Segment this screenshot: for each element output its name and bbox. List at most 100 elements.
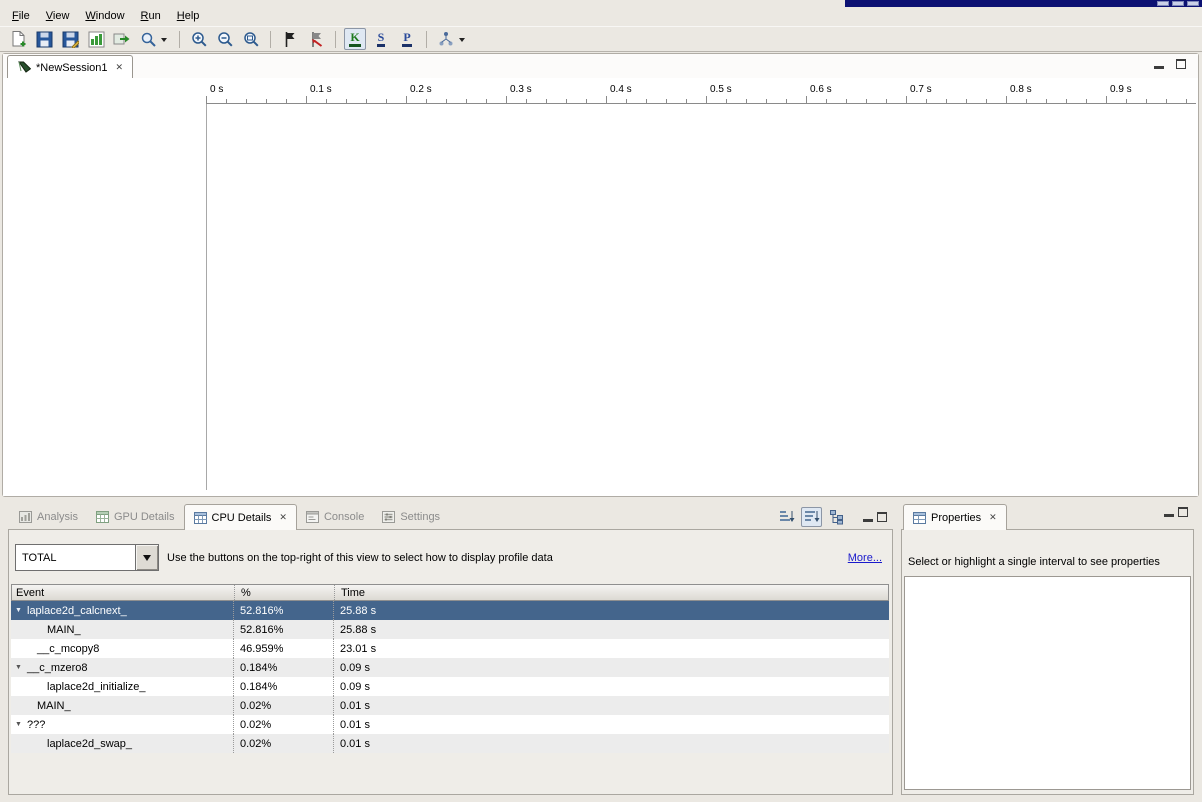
cpu-details-tab-icon <box>194 512 207 524</box>
table-row[interactable]: laplace2d_swap_0.02%0.01 s <box>11 734 889 753</box>
window-titlebar <box>845 0 1202 7</box>
run-analysis-icon[interactable] <box>435 28 457 50</box>
ruler-minor-tick <box>1146 99 1147 103</box>
menu-run[interactable]: Run <box>133 9 169 24</box>
table-row[interactable]: __c_mcopy846.959%23.01 s <box>11 639 889 658</box>
more-link[interactable]: More... <box>848 552 882 564</box>
properties-hint: Select or highlight a single interval to… <box>908 556 1160 568</box>
column-header-percent[interactable]: % <box>235 585 335 600</box>
event-cell: MAIN_ <box>11 620 234 639</box>
menu-file[interactable]: File <box>4 9 38 24</box>
zoom-out-icon[interactable] <box>214 28 236 50</box>
ruler-minor-tick <box>566 99 567 103</box>
stream-mode-icon[interactable]: S <box>370 28 392 50</box>
chart-icon[interactable] <box>85 28 107 50</box>
table-row[interactable]: MAIN_52.816%25.88 s <box>11 620 889 639</box>
tab-label: Properties <box>931 512 981 524</box>
sort-by-time-icon[interactable] <box>801 507 822 527</box>
ruler-minor-tick <box>626 99 627 103</box>
window-close-icon[interactable] <box>1187 1 1199 6</box>
maximize-view-icon[interactable] <box>1176 59 1186 69</box>
percent-cell: 0.02% <box>234 734 334 753</box>
details-view: Analysis GPU Details CPU Details ✕ Conso… <box>8 503 893 795</box>
ruler-minor-tick <box>366 99 367 103</box>
ruler-minor-tick <box>1166 99 1167 103</box>
tab-properties[interactable]: Properties ✕ <box>903 504 1007 530</box>
table-row[interactable]: ▼???0.02%0.01 s <box>11 715 889 734</box>
ruler-minor-tick <box>266 99 267 103</box>
export-profile-icon[interactable] <box>111 28 133 50</box>
save-icon[interactable] <box>33 28 55 50</box>
ruler-minor-tick <box>1186 99 1187 103</box>
window-maximize-icon[interactable] <box>1172 1 1184 6</box>
tab-label: GPU Details <box>114 511 175 523</box>
zoom-in-icon[interactable] <box>188 28 210 50</box>
sort-by-percent-icon[interactable] <box>776 507 797 527</box>
minimize-view-icon[interactable] <box>863 513 873 522</box>
display-mode-select[interactable]: TOTAL <box>15 544 159 571</box>
event-cell: ▼laplace2d_calcnext_ <box>11 601 234 620</box>
new-session-icon[interactable] <box>7 28 29 50</box>
tab-console[interactable]: Console <box>297 504 373 529</box>
time-cell: 25.88 s <box>334 601 889 620</box>
close-tab-icon[interactable]: ✕ <box>116 62 124 73</box>
menu-window[interactable]: Window <box>77 9 132 24</box>
combo-dropdown-button[interactable] <box>135 545 158 570</box>
table-row[interactable]: MAIN_0.02%0.01 s <box>11 696 889 715</box>
ruler-label: 0 s <box>210 84 223 95</box>
tab-cpu-details[interactable]: CPU Details ✕ <box>184 504 297 530</box>
properties-tabstrip: Properties ✕ <box>901 503 1194 529</box>
tab-settings[interactable]: Settings <box>373 504 449 529</box>
ruler-minor-tick <box>446 99 447 103</box>
query-dropdown-icon[interactable] <box>161 38 167 45</box>
query-icon[interactable] <box>137 28 159 50</box>
kernel-mode-icon[interactable]: K <box>344 28 366 50</box>
minimize-view-icon[interactable] <box>1164 508 1174 517</box>
table-row[interactable]: ▼laplace2d_calcnext_52.816%25.88 s <box>11 601 889 620</box>
menu-help[interactable]: Help <box>169 9 208 24</box>
process-mode-icon[interactable]: P <box>396 28 418 50</box>
column-header-event[interactable]: Event <box>12 585 235 600</box>
add-flag-icon[interactable] <box>279 28 301 50</box>
close-tab-icon[interactable]: ✕ <box>989 512 997 523</box>
event-cell: MAIN_ <box>11 696 234 715</box>
expander-icon[interactable]: ▼ <box>15 715 27 734</box>
close-tab-icon[interactable]: ✕ <box>279 512 287 523</box>
maximize-view-icon[interactable] <box>877 512 887 522</box>
ruler-major-tick <box>706 96 707 103</box>
percent-cell: 52.816% <box>234 601 334 620</box>
ruler-label: 0.6 s <box>810 84 832 95</box>
percent-cell: 46.959% <box>234 639 334 658</box>
ruler-label: 0.1 s <box>310 84 332 95</box>
table-row[interactable]: ▼__c_mzero80.184%0.09 s <box>11 658 889 677</box>
ruler-minor-tick <box>346 99 347 103</box>
menu-view[interactable]: View <box>38 9 78 24</box>
expander-icon[interactable]: ▼ <box>15 658 27 677</box>
expander-icon[interactable]: ▼ <box>15 601 27 620</box>
tree-view-icon[interactable] <box>826 507 847 527</box>
details-tabstrip: Analysis GPU Details CPU Details ✕ Conso… <box>8 503 893 529</box>
tab-label: Console <box>324 511 364 523</box>
ruler-label: 0.8 s <box>1010 84 1032 95</box>
maximize-view-icon[interactable] <box>1178 507 1188 517</box>
clear-flag-icon[interactable] <box>305 28 327 50</box>
table-row[interactable]: laplace2d_initialize_0.184%0.09 s <box>11 677 889 696</box>
window-controls <box>1157 1 1199 6</box>
window-minimize-icon[interactable] <box>1157 1 1169 6</box>
tab-analysis[interactable]: Analysis <box>10 504 87 529</box>
zoom-fit-icon[interactable] <box>240 28 262 50</box>
event-table-header: Event % Time <box>11 584 889 601</box>
ruler-major-tick <box>206 96 207 103</box>
ruler-minor-tick <box>1126 99 1127 103</box>
tab-newsession1[interactable]: *NewSession1 ✕ <box>7 55 133 79</box>
save-all-icon[interactable] <box>59 28 81 50</box>
ruler-major-tick <box>1006 96 1007 103</box>
settings-tab-icon <box>382 511 395 523</box>
tab-gpu-details[interactable]: GPU Details <box>87 504 184 529</box>
ruler-minor-tick <box>1026 99 1027 103</box>
ruler-minor-tick <box>546 99 547 103</box>
analysis-dropdown-icon[interactable] <box>459 38 465 45</box>
column-header-time[interactable]: Time <box>335 585 888 600</box>
minimize-view-icon[interactable] <box>1154 60 1164 69</box>
ruler-minor-tick <box>686 99 687 103</box>
